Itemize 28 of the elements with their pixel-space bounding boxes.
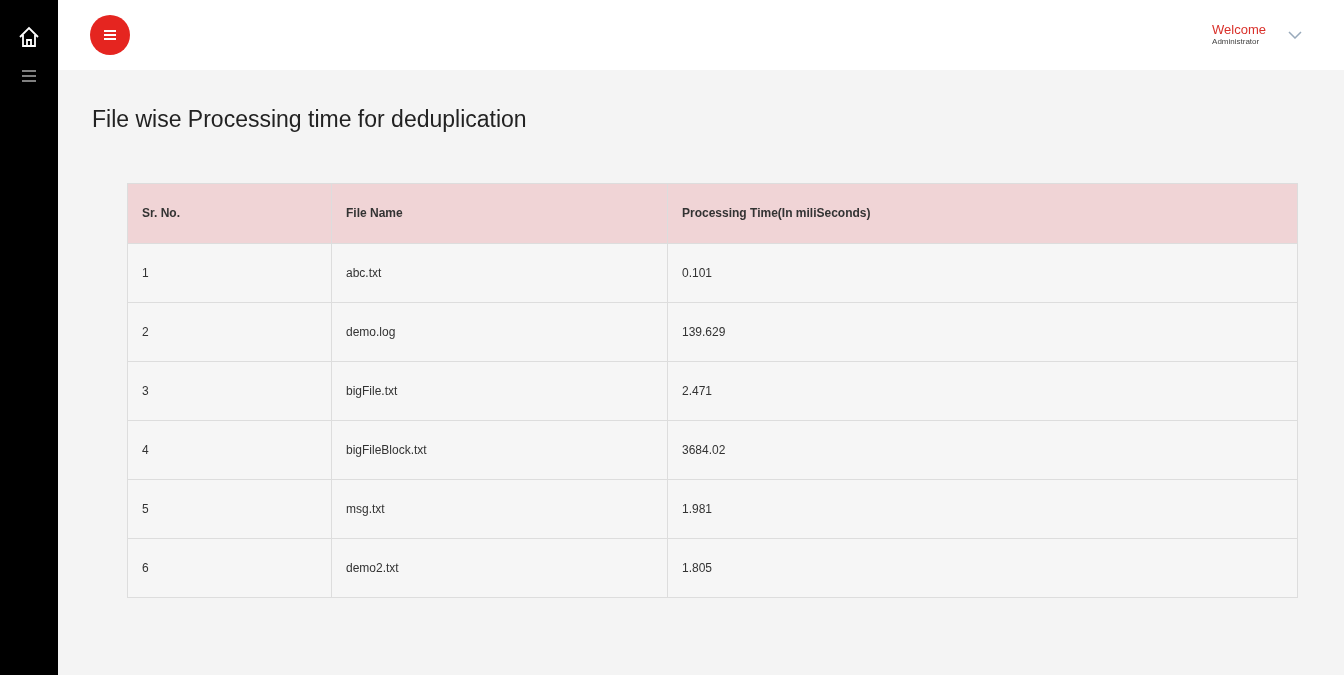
- table-cell: 4: [127, 420, 332, 479]
- table-cell: 0.101: [667, 243, 1298, 302]
- table-cell: demo2.txt: [331, 538, 668, 597]
- table-cell: 3: [127, 361, 332, 420]
- table-cell: abc.txt: [331, 243, 668, 302]
- table-cell: 1: [127, 243, 332, 302]
- column-header: Processing Time(In miliSeconds): [667, 183, 1298, 243]
- table-cell: bigFile.txt: [331, 361, 668, 420]
- table-cell: msg.txt: [331, 479, 668, 538]
- column-header: File Name: [331, 183, 668, 243]
- page-title: File wise Processing time for deduplication: [92, 105, 528, 134]
- table-cell: 1.805: [667, 538, 1298, 597]
- menu-icon: [104, 30, 116, 40]
- table-cell: 5: [127, 479, 332, 538]
- table-cell: 2: [127, 302, 332, 361]
- welcome-text: Welcome: [1212, 23, 1266, 37]
- table-cell: 3684.02: [667, 420, 1298, 479]
- table-cell: demo.log: [331, 302, 668, 361]
- home-icon[interactable]: [18, 26, 40, 48]
- user-name: Administrator: [1212, 37, 1260, 47]
- table-cell: 139.629: [667, 302, 1298, 361]
- menu-button[interactable]: [90, 15, 130, 55]
- table-cell: 6: [127, 538, 332, 597]
- table-cell: 2.471: [667, 361, 1298, 420]
- table-cell: 1.981: [667, 479, 1298, 538]
- menu-icon[interactable]: [22, 70, 36, 82]
- column-header: Sr. No.: [127, 183, 332, 243]
- table-cell: bigFileBlock.txt: [331, 420, 668, 479]
